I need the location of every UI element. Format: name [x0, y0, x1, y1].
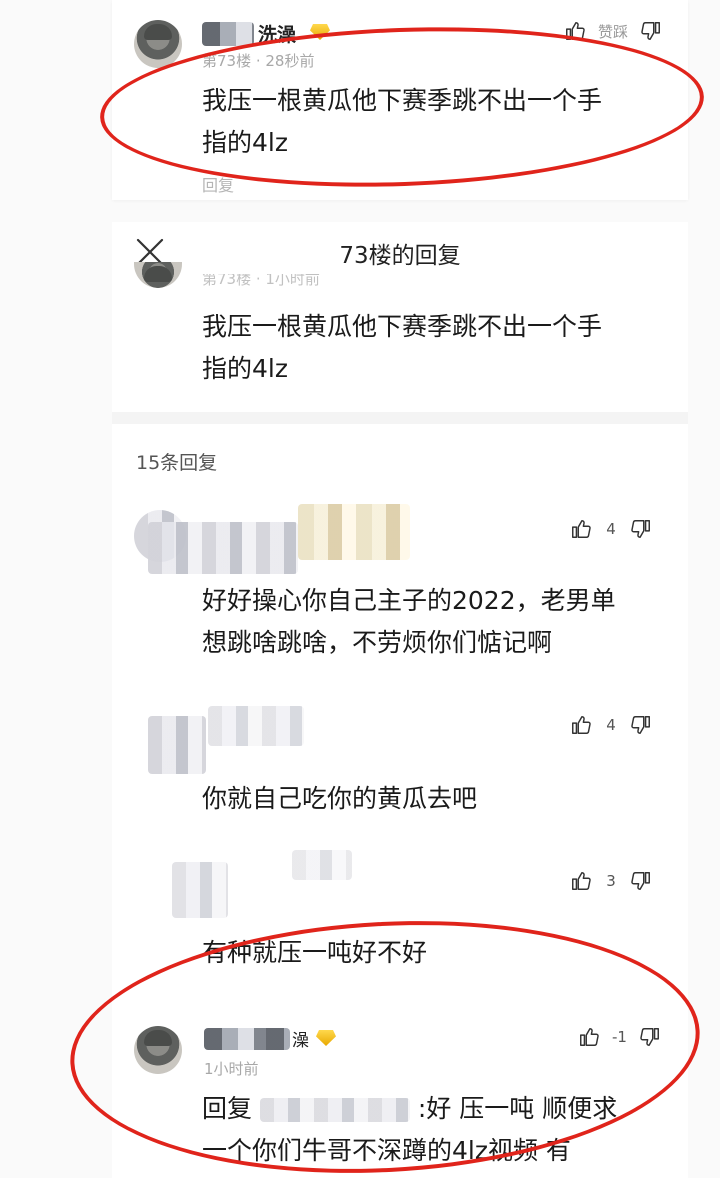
- comment-actions: 赞 踩: [564, 16, 662, 46]
- blurred-username: [208, 706, 304, 746]
- reply-sheet: 73楼的回复 第73楼 · 1小时前 我压一根黄瓜他下赛季跳不出一个手 指的4l…: [112, 222, 688, 1178]
- reply-actions: -1: [578, 1022, 661, 1052]
- reply-time: 1小时前: [204, 1060, 259, 1078]
- like-label[interactable]: 赞: [598, 21, 613, 42]
- thumbs-down-icon[interactable]: [630, 517, 652, 541]
- like-count: 3: [606, 872, 616, 890]
- reply-text-part: :好 压一吨 顺便求: [417, 1094, 618, 1123]
- blurred-username: [148, 522, 298, 574]
- like-count: 4: [606, 520, 616, 538]
- like-count: -1: [612, 1028, 627, 1046]
- blurred-username: [204, 1028, 290, 1050]
- comment-username[interactable]: 洗澡: [258, 20, 296, 47]
- reply-text-line: 想跳啥跳啥，不劳烦你们惦记啊: [202, 628, 553, 657]
- reply-prefix: 回复: [202, 1094, 253, 1123]
- blurred-avatar: [172, 862, 228, 918]
- reply-text-line: 一个你们牛哥不深蹲的4lz视频 有: [202, 1136, 571, 1165]
- reply-text-line: 好好操心你自己主子的2022，老男单: [202, 586, 616, 615]
- quoted-text-line: 指的4lz: [202, 354, 288, 383]
- thumbs-up-icon[interactable]: [570, 713, 592, 737]
- dislike-label[interactable]: 踩: [613, 21, 628, 42]
- thumbs-down-icon[interactable]: [630, 869, 652, 893]
- avatar: [134, 262, 182, 288]
- thumbs-up-icon[interactable]: [570, 517, 592, 541]
- sheet-title: 73楼的回复: [339, 243, 461, 269]
- thumbs-up-icon[interactable]: [578, 1025, 600, 1049]
- reply-body: 你就自己吃你的黄瓜去吧: [202, 778, 477, 820]
- blurred-avatar: [148, 716, 206, 774]
- reply-body: 好好操心你自己主子的2022，老男单 想跳啥跳啥，不劳烦你们惦记啊: [202, 580, 616, 664]
- thumbs-up-icon[interactable]: [564, 19, 586, 43]
- avatar[interactable]: [134, 20, 182, 68]
- like-count: 4: [606, 716, 616, 734]
- thumbs-down-icon[interactable]: [630, 713, 652, 737]
- reply-body: 回复 :好 压一吨 顺便求 一个你们牛哥不深蹲的4lz视频 有: [202, 1088, 672, 1172]
- blurred-username: [298, 504, 410, 560]
- comment-text-line: 指的4lz: [202, 128, 288, 157]
- vip-badge-icon: [310, 24, 330, 40]
- reply-count-header: 15条回复: [136, 452, 218, 474]
- comment-body: 我压一根黄瓜他下赛季跳不出一个手 指的4lz: [202, 80, 602, 164]
- reply-body: 有种就压一吨好不好: [202, 932, 427, 974]
- reply-actions: 4: [570, 710, 652, 740]
- reply-actions: 3: [570, 866, 652, 896]
- avatar[interactable]: [134, 1026, 182, 1074]
- quoted-comment-body: 我压一根黄瓜他下赛季跳不出一个手 指的4lz: [202, 306, 602, 390]
- top-comment-card: 洗澡 第73楼 · 28秒前 赞 踩 我压一根黄瓜他下赛季跳不出一个手 指的4l…: [112, 0, 688, 200]
- reply-actions: 4: [570, 514, 652, 544]
- quoted-text-line: 我压一根黄瓜他下赛季跳不出一个手: [202, 312, 603, 341]
- vip-badge-icon: [316, 1030, 336, 1046]
- reply-text-line: 你就自己吃你的黄瓜去吧: [202, 784, 478, 813]
- reply-username[interactable]: 澡: [292, 1026, 309, 1051]
- blurred-username: [292, 850, 352, 880]
- blurred-username: [202, 22, 254, 46]
- reply-text-line: 有种就压一吨好不好: [202, 938, 428, 967]
- comment-text-line: 我压一根黄瓜他下赛季跳不出一个手: [202, 86, 603, 115]
- comment-floor-time: 第73楼 · 28秒前: [202, 52, 315, 70]
- blurred-mention: [259, 1098, 410, 1122]
- thumbs-down-icon[interactable]: [640, 19, 662, 43]
- thumbs-up-icon[interactable]: [570, 869, 592, 893]
- section-divider: [112, 412, 688, 424]
- reply-link[interactable]: 回复: [202, 172, 234, 196]
- reply-text-line: 回复 :好 压一吨 顺便求: [202, 1088, 672, 1130]
- quoted-meta: 第73楼 · 1小时前: [202, 274, 320, 288]
- thumbs-down-icon[interactable]: [639, 1025, 661, 1049]
